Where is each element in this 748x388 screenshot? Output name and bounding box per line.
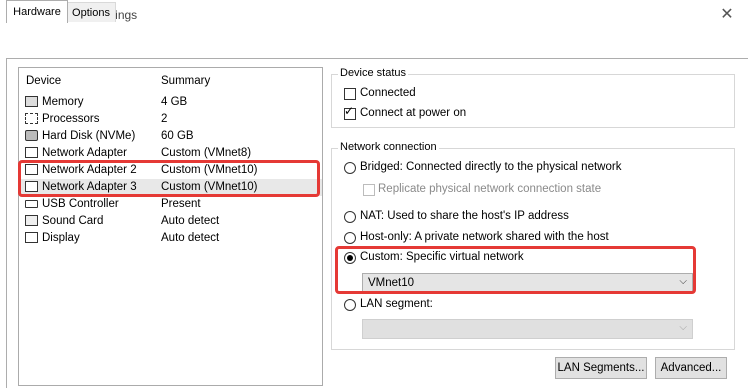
tab-options[interactable]: Options [66,2,116,22]
device-list[interactable]: Device Summary Memory 4 GB Processors 2 … [18,67,323,386]
column-summary[interactable]: Summary [161,75,210,87]
device-name: Hard Disk (NVMe) [42,130,136,142]
device-status-label: Device status [338,67,409,79]
advanced-button-label: Advanced... [660,362,722,374]
device-summary: Present [161,198,201,210]
connect-at-power-on-label[interactable]: Connect at power on [360,107,466,119]
device-name: Processors [42,113,100,125]
tab-options-label: Options [72,6,110,19]
lan-segment-select[interactable]: ⌵ [362,319,693,339]
device-row-display[interactable]: Display Auto detect [19,230,322,247]
replicate-checkbox[interactable] [363,184,375,196]
memory-icon [25,96,38,107]
device-row-processors[interactable]: Processors 2 [19,111,322,128]
advanced-button[interactable]: Advanced... [655,357,727,379]
device-summary: Custom (VMnet8) [161,147,252,159]
lan-segments-button-label: LAN Segments... [557,362,645,374]
highlight-box-adapters [18,160,320,197]
device-status-group [331,74,735,128]
connected-checkbox[interactable] [344,88,356,100]
device-summary: 60 GB [161,130,194,142]
device-name: Memory [42,96,84,108]
device-list-header: Device Summary [19,68,322,92]
nat-radio[interactable] [344,211,356,223]
lan-segment-label[interactable]: LAN segment: [360,298,433,310]
host-only-label[interactable]: Host-only: A private network shared with… [360,231,609,243]
tab-hardware-label: Hardware [13,6,61,18]
bridged-radio[interactable] [344,162,356,174]
device-name: Display [42,232,80,244]
connected-label[interactable]: Connected [360,87,416,99]
column-device[interactable]: Device [26,75,61,87]
device-name: USB Controller [42,198,119,210]
lan-segment-radio[interactable] [344,299,356,311]
device-name: Network Adapter [42,147,128,159]
device-summary: Auto detect [161,215,220,227]
processor-icon [25,113,38,124]
check-icon: ✓ [344,104,355,118]
hard-disk-icon [25,130,38,141]
chevron-down-icon: ⌵ [679,322,687,333]
connect-at-power-on-checkbox[interactable]: ✓ [344,104,356,120]
host-only-radio[interactable] [344,232,356,244]
network-connection-label: Network connection [338,141,439,153]
device-row-usb-controller[interactable]: USB Controller Present [19,196,322,213]
usb-controller-icon [25,200,38,208]
highlight-box-custom [335,246,696,294]
lan-segments-button[interactable]: LAN Segments... [555,357,647,379]
bridged-label[interactable]: Bridged: Connected directly to the physi… [360,161,621,173]
tab-hardware[interactable]: Hardware [6,0,68,23]
device-row-hard-disk[interactable]: Hard Disk (NVMe) 60 GB [19,128,322,145]
device-summary: 2 [161,113,168,125]
nat-label[interactable]: NAT: Used to share the host's IP address [360,210,569,222]
sound-card-icon [25,215,38,226]
network-adapter-icon [25,147,38,158]
display-icon [25,232,38,243]
device-summary: 4 GB [161,96,188,108]
close-icon[interactable]: ✕ [714,2,740,26]
device-row-memory[interactable]: Memory 4 GB [19,94,322,111]
device-summary: Auto detect [161,232,220,244]
replicate-label[interactable]: Replicate physical network connection st… [378,183,601,195]
device-row-sound-card[interactable]: Sound Card Auto detect [19,213,322,230]
device-name: Sound Card [42,215,104,227]
